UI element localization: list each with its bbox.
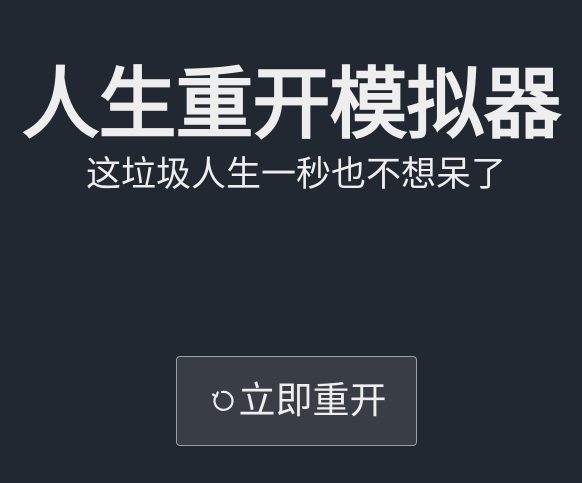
restart-icon xyxy=(207,386,237,416)
restart-button[interactable]: 立即重开 xyxy=(176,356,417,446)
app-title: 人生重开模拟器 xyxy=(21,60,561,150)
restart-button-label: 立即重开 xyxy=(238,379,387,422)
app-subtitle: 这垃圾人生一秒也不想呆了 xyxy=(85,155,506,195)
